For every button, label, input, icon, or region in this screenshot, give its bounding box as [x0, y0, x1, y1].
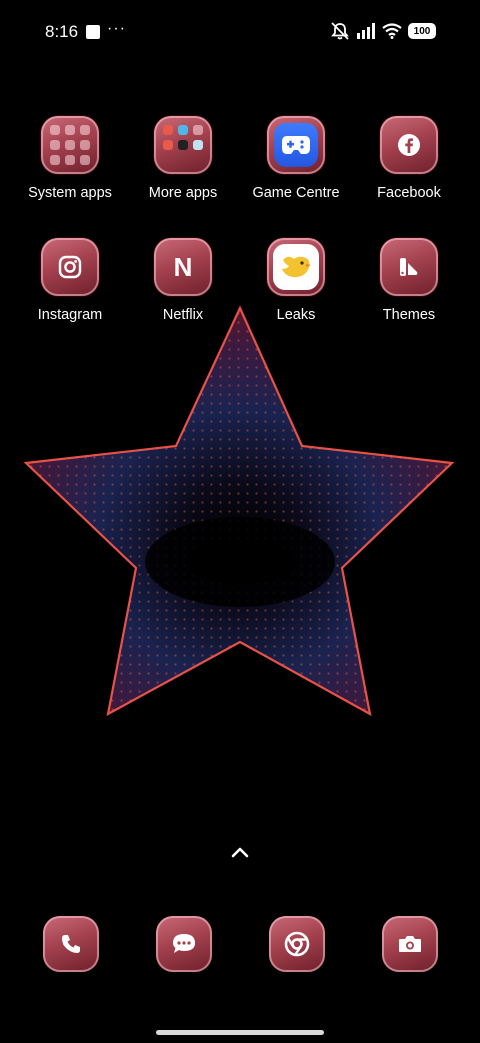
wifi-icon [382, 23, 402, 39]
dock-messages[interactable] [156, 916, 212, 972]
app-label: Game Centre [252, 185, 340, 201]
app-label: Facebook [377, 185, 441, 201]
more-notifications-icon: ··· [107, 20, 126, 37]
netflix-icon[interactable]: N [154, 238, 212, 296]
app-more-apps[interactable]: More apps [127, 116, 239, 201]
facebook-icon[interactable] [380, 116, 438, 174]
phone-icon [62, 935, 80, 953]
chevron-up-icon[interactable] [226, 840, 254, 864]
status-icons: 100 [330, 22, 436, 40]
status-bar: 8:16 ··· 100 [0, 0, 480, 64]
instagram-icon[interactable] [41, 238, 99, 296]
app-game-centre[interactable]: Game Centre [240, 116, 352, 201]
status-time: 8:16 [45, 22, 79, 41]
app-system-apps[interactable]: System apps [14, 116, 126, 201]
app-label: More apps [148, 185, 218, 201]
home-indicator[interactable] [156, 1030, 324, 1035]
app-facebook[interactable]: Facebook [353, 116, 465, 201]
messages-icon [173, 934, 195, 953]
dock-phone[interactable] [43, 916, 99, 972]
dock-chrome[interactable] [269, 916, 325, 972]
dock-camera[interactable] [382, 916, 438, 972]
netflix-glyph: N [173, 251, 193, 282]
star-wallpaper [23, 305, 455, 717]
battery-icon: 100 [408, 23, 436, 39]
bird-icon[interactable] [267, 238, 325, 296]
themes-icon[interactable] [380, 238, 438, 296]
folder-icon[interactable] [154, 116, 212, 174]
notification-square-icon [86, 25, 100, 39]
camera-icon [399, 936, 421, 952]
app-label: System apps [28, 185, 112, 201]
gamepad-icon[interactable] [267, 116, 325, 174]
folder-icon[interactable] [41, 116, 99, 174]
silent-bell-icon [331, 22, 349, 40]
signal-icon [357, 23, 375, 39]
chrome-icon [284, 931, 310, 957]
